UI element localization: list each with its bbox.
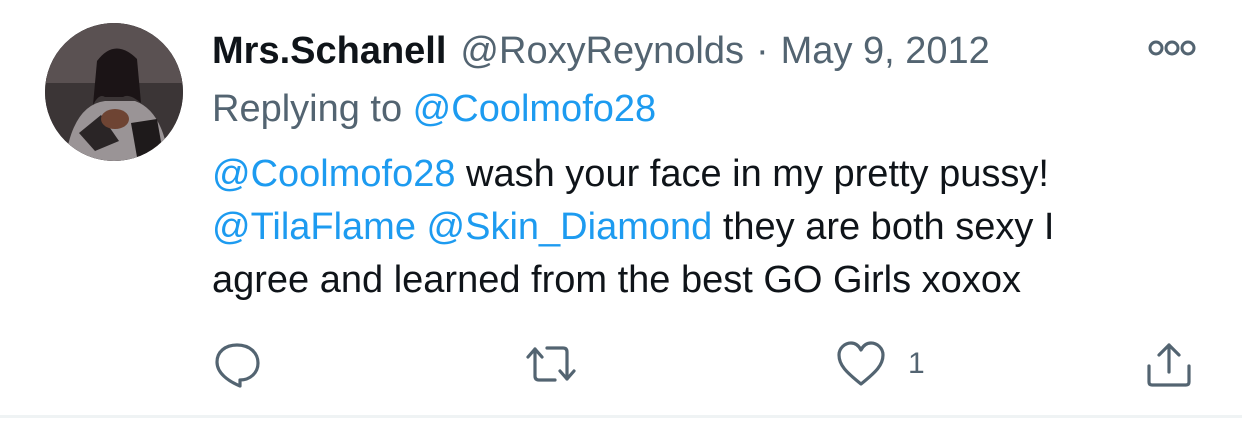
- heart-icon: [837, 341, 885, 386]
- tweet-text: they are both sexy I: [712, 206, 1055, 248]
- replying-to-mention[interactable]: @Coolmofo28: [413, 88, 656, 130]
- tweet-body-line: @Coolmofo28 wash your face in my pretty …: [212, 148, 1212, 201]
- mention-link[interactable]: @TilaFlame: [212, 206, 416, 248]
- like-button[interactable]: 1: [836, 340, 925, 388]
- author-name[interactable]: Mrs.Schanell: [212, 30, 446, 73]
- retweet-button[interactable]: [524, 340, 578, 388]
- tweet-header: Mrs.Schanell @RoxyReynolds · May 9, 2012: [212, 26, 990, 76]
- mention-link[interactable]: @Coolmofo28: [212, 153, 455, 195]
- reply-icon: [215, 343, 260, 388]
- more-icon[interactable]: [1148, 36, 1196, 60]
- replying-to-label: Replying to: [212, 88, 413, 130]
- tweet-text: wash your face in my pretty pussy!: [455, 153, 1049, 195]
- tweet[interactable]: Mrs.Schanell @RoxyReynolds · May 9, 2012…: [0, 0, 1242, 415]
- separator-dot: ·: [756, 29, 769, 72]
- tweet-date[interactable]: May 9, 2012: [781, 30, 990, 73]
- reply-button[interactable]: [212, 340, 262, 388]
- share-button[interactable]: [1144, 340, 1194, 388]
- share-icon: [1147, 343, 1191, 387]
- tweet-body-line: agree and learned from the best GO Girls…: [212, 254, 1212, 307]
- avatar-image: [45, 23, 183, 161]
- tweet-text-space: [416, 206, 427, 248]
- replying-to: Replying to @Coolmofo28: [212, 88, 656, 131]
- retweet-icon: [526, 346, 576, 382]
- mention-link[interactable]: @Skin_Diamond: [427, 206, 713, 248]
- like-count: 1: [908, 347, 925, 380]
- tweet-body-line: @TilaFlame @Skin_Diamond they are both s…: [212, 201, 1212, 254]
- author-handle[interactable]: @RoxyReynolds: [460, 30, 744, 73]
- avatar[interactable]: [45, 23, 183, 161]
- tweet-text: agree and learned from the best GO Girls…: [212, 259, 1021, 301]
- tweet-body: @Coolmofo28 wash your face in my pretty …: [212, 148, 1212, 307]
- divider: [0, 415, 1242, 418]
